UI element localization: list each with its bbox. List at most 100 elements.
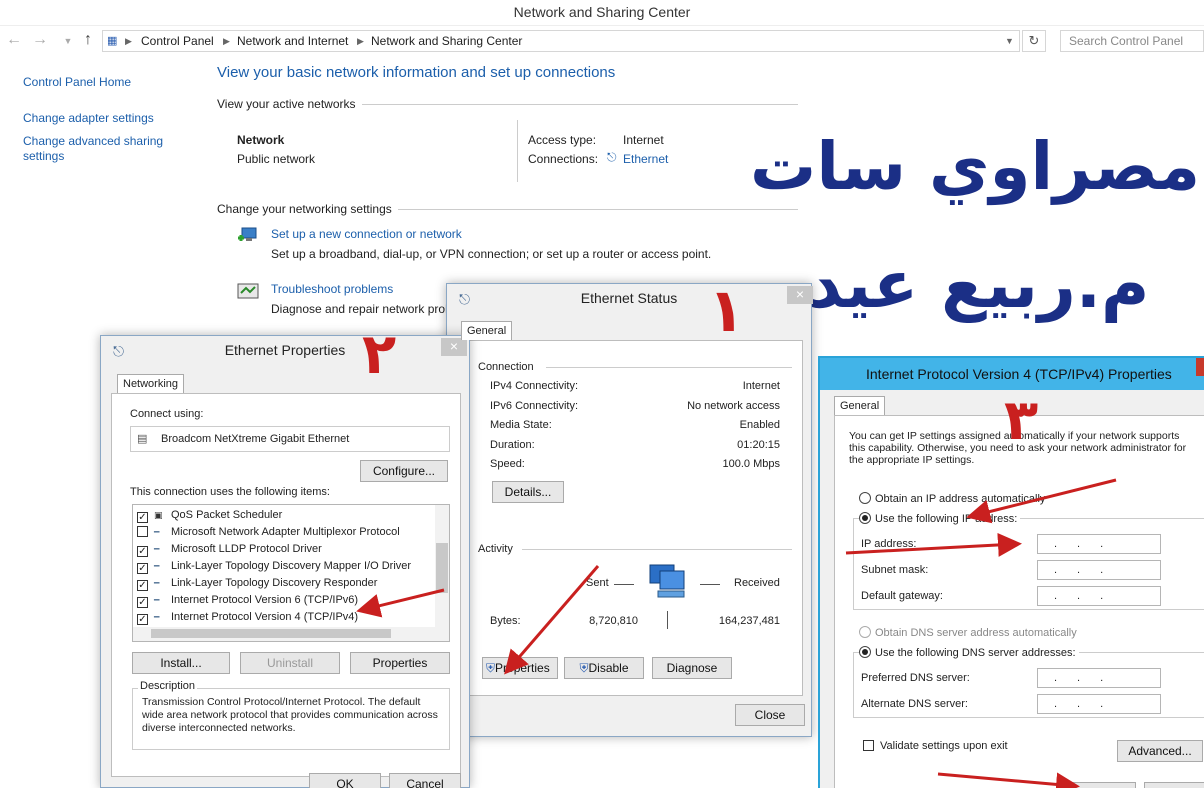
ip-address-label: IP address: xyxy=(861,538,917,550)
chevron-down-icon[interactable]: ▼ xyxy=(1005,36,1014,46)
cancel-button[interactable]: Cancel xyxy=(389,773,461,788)
list-item[interactable]: ✓ ━ Link-Layer Topology Discovery Responde… xyxy=(137,577,377,591)
close-icon[interactable]: × xyxy=(787,286,813,304)
uninstall-button[interactable]: Uninstall xyxy=(240,652,340,674)
use-following-ip-radio[interactable]: Use the following IP address: xyxy=(859,512,1021,525)
ip-address-field[interactable]: ... xyxy=(1037,534,1161,554)
vertical-scrollbar[interactable] xyxy=(435,505,449,627)
protocol-icon: ━ xyxy=(154,612,160,622)
items-list[interactable]: ✓ ▣ QoS Packet Scheduler ━ Microsoft Networ… xyxy=(132,504,450,642)
properties-button[interactable]: ⛨Properties xyxy=(482,657,558,679)
list-item[interactable]: ✓ ━ Link-Layer Topology Discovery Mapper I… xyxy=(137,560,411,574)
properties-button[interactable]: Properties xyxy=(350,652,450,674)
list-item[interactable]: ✓ ▣ QoS Packet Scheduler xyxy=(137,509,282,523)
cancel-button[interactable] xyxy=(1144,782,1204,788)
activity-group-label: Activity xyxy=(478,543,513,555)
ethernet-status-dialog: ⎋ Ethernet Status × General Connection I… xyxy=(446,283,813,737)
troubleshoot-desc: Diagnose and repair network prol xyxy=(271,302,448,316)
breadcrumb[interactable]: ▦ ▶ Control Panel ▶ Network and Internet… xyxy=(102,30,1020,52)
access-type-label: Access type: xyxy=(528,133,597,147)
checkbox-checked[interactable]: ✓ xyxy=(137,597,148,608)
list-item[interactable]: ✓ ━ Internet Protocol Version 4 (TCP/IPv4) xyxy=(137,611,358,625)
ipv4-title: Internet Protocol Version 4 (TCP/IPv4) P… xyxy=(866,366,1172,382)
validate-checkbox[interactable]: Validate settings upon exit xyxy=(863,740,1008,752)
chevron-right-icon: ▶ xyxy=(223,36,230,46)
refresh-button[interactable]: ↻ xyxy=(1022,30,1046,52)
tab-general[interactable]: General xyxy=(834,396,886,415)
ipv6-connectivity-label: IPv6 Connectivity: xyxy=(490,400,579,412)
details-button[interactable]: Details... xyxy=(492,481,564,503)
scrollbar-thumb[interactable] xyxy=(436,543,448,593)
checkbox-checked[interactable]: ✓ xyxy=(137,546,148,557)
list-item[interactable]: ━ Microsoft Network Adapter Multiplexor P… xyxy=(137,526,400,538)
setup-connection-desc: Set up a broadband, dial-up, or VPN conn… xyxy=(271,247,712,261)
sidebar-item-adapter[interactable]: Change adapter settings xyxy=(23,111,154,125)
breadcrumb-network-internet[interactable]: Network and Internet xyxy=(237,34,348,48)
ok-button[interactable] xyxy=(1066,782,1136,788)
bytes-label: Bytes: xyxy=(490,615,521,627)
obtain-dns-auto-radio[interactable]: Obtain DNS server address automatically xyxy=(859,626,1077,639)
networking-panel: Connect using: ▤ Broadcom NetXtreme Giga… xyxy=(111,393,461,777)
obtain-ip-auto-radio[interactable]: Obtain an IP address automatically xyxy=(859,492,1045,505)
use-following-dns-radio[interactable]: Use the following DNS server addresses: xyxy=(859,646,1079,659)
configure-button[interactable]: Configure... xyxy=(360,460,448,482)
ipv4-connectivity-value: Internet xyxy=(742,380,780,392)
ethernet-link[interactable]: Ethernet xyxy=(623,152,668,166)
checkbox-checked[interactable]: ✓ xyxy=(137,614,148,625)
divider xyxy=(517,120,518,182)
close-icon[interactable] xyxy=(1196,358,1204,376)
install-button[interactable]: Install... xyxy=(132,652,230,674)
divider xyxy=(614,584,634,585)
checkbox-checked[interactable]: ✓ xyxy=(137,563,148,574)
back-icon[interactable]: ← xyxy=(4,31,24,49)
step-number-1: ١ xyxy=(708,276,745,346)
ethernet-properties-dialog: ⎋ Ethernet Properties × Networking Conne… xyxy=(100,335,470,788)
checkbox-checked[interactable]: ✓ xyxy=(137,512,148,523)
control-panel-icon: ▦ xyxy=(107,35,118,47)
checkbox-checked[interactable]: ✓ xyxy=(137,580,148,591)
ipv4-connectivity-label: IPv4 Connectivity: xyxy=(490,380,579,392)
tab-general[interactable]: General xyxy=(461,321,513,340)
scrollbar-thumb[interactable] xyxy=(151,629,391,638)
breadcrumb-control-panel[interactable]: Control Panel xyxy=(141,34,214,48)
forward-icon[interactable]: → xyxy=(30,31,50,49)
radio-disabled[interactable] xyxy=(859,626,871,638)
duration-label: Duration: xyxy=(490,439,535,451)
divider xyxy=(667,611,668,629)
recent-dropdown-icon[interactable]: ▼ xyxy=(58,36,78,46)
alternate-dns-field[interactable]: ... xyxy=(1037,694,1161,714)
divider xyxy=(546,367,792,368)
setup-connection-link[interactable]: Set up a new connection or network xyxy=(271,227,462,241)
horizontal-scrollbar[interactable] xyxy=(133,627,449,641)
list-item[interactable]: ✓ ━ Microsoft LLDP Protocol Driver xyxy=(137,543,322,557)
radio-on[interactable] xyxy=(859,646,871,658)
breadcrumb-network-sharing[interactable]: Network and Sharing Center xyxy=(371,34,522,48)
network-type[interactable]: Public network xyxy=(237,152,315,166)
close-button[interactable]: Close xyxy=(735,704,805,726)
radio-off[interactable] xyxy=(859,492,871,504)
close-icon[interactable]: × xyxy=(441,338,467,356)
ok-button[interactable]: OK xyxy=(309,773,381,788)
subnet-mask-field[interactable]: ... xyxy=(1037,560,1161,580)
radio-on[interactable] xyxy=(859,512,871,524)
search-input[interactable]: Search Control Panel xyxy=(1060,30,1204,52)
adapter-box: ▤ Broadcom NetXtreme Gigabit Ethernet xyxy=(130,426,450,452)
default-gateway-field[interactable]: ... xyxy=(1037,586,1161,606)
connection-group-label: Connection xyxy=(478,361,534,373)
default-gateway-label: Default gateway: xyxy=(861,590,943,602)
list-item[interactable]: ✓ ━ Internet Protocol Version 6 (TCP/IPv6) xyxy=(137,594,358,608)
disable-button[interactable]: ⛨Disable xyxy=(564,657,644,679)
alternate-dns-label: Alternate DNS server: xyxy=(861,698,968,710)
sidebar-item-home[interactable]: Control Panel Home xyxy=(23,75,131,89)
checkbox-unchecked[interactable] xyxy=(863,740,874,751)
troubleshoot-link[interactable]: Troubleshoot problems xyxy=(271,282,393,296)
up-icon[interactable]: ↑ xyxy=(78,31,98,49)
sidebar-item-sharing[interactable]: Change advanced sharing settings xyxy=(23,134,183,164)
tab-networking[interactable]: Networking xyxy=(117,374,185,393)
checkbox-unchecked[interactable] xyxy=(137,526,148,537)
step-number-3: ٣ xyxy=(1004,388,1039,453)
advanced-button[interactable]: Advanced... xyxy=(1117,740,1203,762)
preferred-dns-field[interactable]: ... xyxy=(1037,668,1161,688)
shield-icon: ⛨ xyxy=(486,661,496,675)
diagnose-button[interactable]: Diagnose xyxy=(652,657,732,679)
